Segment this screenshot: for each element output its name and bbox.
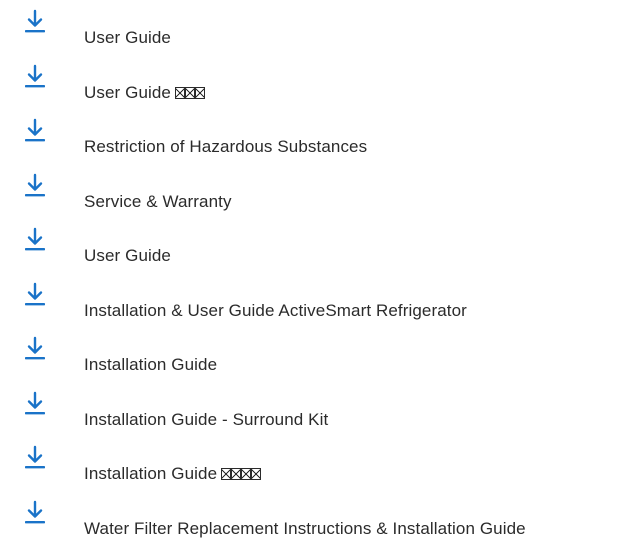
document-item-service-warranty[interactable]: Service & Warranty: [0, 164, 625, 219]
document-item-installation-user-guide[interactable]: Installation & User Guide ActiveSmart Re…: [0, 273, 625, 328]
download-icon[interactable]: [24, 118, 46, 144]
document-label[interactable]: User Guide: [84, 28, 171, 48]
document-label[interactable]: Installation Guide: [84, 464, 262, 484]
document-label[interactable]: Installation Guide: [84, 355, 217, 375]
document-label[interactable]: Installation Guide - Surround Kit: [84, 410, 328, 430]
download-icon[interactable]: [24, 500, 46, 526]
document-item-installation-guide-localized[interactable]: Installation Guide: [0, 436, 625, 491]
document-item-rohs[interactable]: Restriction of Hazardous Substances: [0, 109, 625, 164]
document-item-user-guide[interactable]: User Guide: [0, 0, 625, 55]
missing-glyph-box: [221, 468, 232, 480]
missing-glyph-box: [174, 86, 185, 99]
missing-glyph-box: [241, 468, 252, 480]
download-icon[interactable]: [24, 227, 46, 253]
download-icon[interactable]: [24, 445, 46, 471]
document-label[interactable]: Installation & User Guide ActiveSmart Re…: [84, 301, 467, 321]
unrenderable-glyphs: [171, 83, 205, 102]
missing-glyph-box: [184, 86, 195, 99]
document-label[interactable]: Water Filter Replacement Instructions & …: [84, 519, 526, 539]
download-icon[interactable]: [24, 9, 46, 35]
document-item-installation-guide-surround-kit[interactable]: Installation Guide - Surround Kit: [0, 382, 625, 437]
document-label[interactable]: Restriction of Hazardous Substances: [84, 137, 367, 157]
download-icon[interactable]: [24, 336, 46, 362]
document-label[interactable]: Service & Warranty: [84, 192, 232, 212]
download-icon[interactable]: [24, 173, 46, 199]
download-icon[interactable]: [24, 282, 46, 308]
document-item-water-filter-guide[interactable]: Water Filter Replacement Instructions & …: [0, 491, 625, 546]
unrenderable-glyphs: [217, 464, 262, 483]
download-icon[interactable]: [24, 391, 46, 417]
document-download-list: User Guide User Guide Restriction of Haz…: [0, 0, 625, 545]
missing-glyph-box: [231, 468, 242, 480]
download-icon[interactable]: [24, 64, 46, 90]
document-label[interactable]: User Guide: [84, 83, 205, 103]
document-label[interactable]: User Guide: [84, 246, 171, 266]
document-item-user-guide-2[interactable]: User Guide: [0, 218, 625, 273]
missing-glyph-box: [194, 86, 205, 99]
document-item-user-guide-localized[interactable]: User Guide: [0, 55, 625, 110]
missing-glyph-box: [251, 468, 262, 480]
document-item-installation-guide[interactable]: Installation Guide: [0, 327, 625, 382]
